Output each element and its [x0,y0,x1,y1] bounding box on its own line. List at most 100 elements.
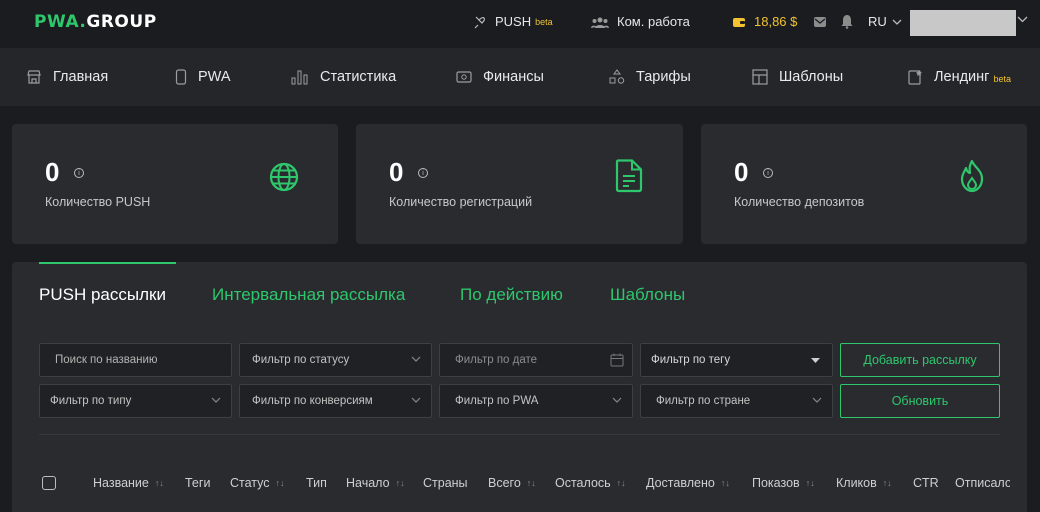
push-link[interactable]: PUSH beta [473,14,553,29]
stat-card-push: 0 i Количество PUSH [12,124,338,244]
nav-item-templates[interactable]: Шаблоны [752,69,843,85]
stat-card-deposits: 0 i Количество депозитов [701,124,1027,244]
push-label: PUSH [495,14,532,29]
pwa-filter[interactable]: Фильтр по PWA [439,384,633,418]
conversions-filter-label: Фильтр по конверсиям [252,395,373,407]
balance-value: 18,86 $ [754,14,798,29]
tariff-icon [609,69,625,84]
sort-icon: ↑↓ [720,478,730,488]
stat-label: Количество PUSH [45,195,151,209]
logo[interactable]: PWA.GROUP [34,12,157,32]
globe-icon [269,162,299,192]
active-tab-indicator [39,262,176,264]
nav-item-landing[interactable]: Лендинг beta [908,69,1011,85]
tab-push-mailings[interactable]: PUSH рассылки [39,285,166,305]
column-header-countries: Страны [423,476,468,490]
nav-item-pwa[interactable]: PWA [175,69,231,85]
calendar-icon [610,353,624,367]
column-header-delivered[interactable]: Доставлено ↑↓ [646,476,730,490]
type-filter[interactable]: Фильтр по типу [39,384,232,418]
logo-text-group: GROUP [86,12,157,32]
column-header-name[interactable]: Название ↑↓ [93,476,164,490]
column-label: Доставлено [646,476,715,490]
language-select[interactable]: RU [868,14,902,29]
column-label: Страны [423,476,468,490]
column-header-status[interactable]: Статус ↑↓ [230,476,285,490]
mailings-panel: PUSH рассылки Интервальная рассылка По д… [12,262,1027,512]
mail-icon[interactable] [813,15,827,29]
search-placeholder: Поиск по названию [55,354,158,366]
column-label: Тип [306,476,327,490]
pwa-filter-label: Фильтр по PWA [455,395,539,407]
nav-label: Главная [53,69,109,85]
nav-label: Шаблоны [779,69,844,85]
column-header-clicks[interactable]: Кликов ↑↓ [836,476,892,490]
column-label: Название [93,476,149,490]
chevron-down-icon [411,397,421,403]
column-label: Отписало [955,476,1010,490]
money-icon [456,71,472,83]
balance[interactable]: 18,86 $ [732,14,797,29]
date-filter[interactable]: Фильтр по дате [439,343,633,377]
column-label: Кликов [836,476,877,490]
conversions-filter[interactable]: Фильтр по конверсиям [239,384,432,418]
tab-by-action[interactable]: По действию [460,285,563,305]
type-filter-label: Фильтр по типу [50,395,132,407]
status-filter[interactable]: Фильтр по статусу [239,343,432,377]
column-header-total[interactable]: Всего ↑↓ [488,476,536,490]
refresh-button[interactable]: Обновить [840,384,1000,418]
stat-label: Количество депозитов [734,195,865,209]
chevron-down-icon [411,356,421,362]
tag-filter[interactable]: Фильтр по тегу [640,343,833,377]
column-header-impressions[interactable]: Показов ↑↓ [752,476,815,490]
bar-chart-icon [291,70,308,85]
main-nav: Главная PWA Статистика Финансы Тарифы Ша… [0,48,1040,106]
team-link[interactable]: Ком. работа [591,14,690,29]
info-icon[interactable]: i [763,168,773,178]
nav-item-finance[interactable]: Финансы [456,69,544,85]
caret-down-icon [811,358,820,363]
info-icon[interactable]: i [74,168,84,178]
select-all-checkbox[interactable] [42,476,56,490]
sort-icon: ↑↓ [882,478,892,488]
document-icon [615,159,643,193]
nav-label: Тарифы [636,69,691,85]
team-label: Ком. работа [617,14,690,29]
sort-icon: ↑↓ [616,478,626,488]
chevron-down-icon[interactable] [1017,16,1028,23]
nav-item-statistics[interactable]: Статистика [291,69,396,85]
nav-item-tariffs[interactable]: Тарифы [609,69,691,85]
user-menu[interactable] [910,10,1016,36]
bell-icon[interactable] [840,14,854,29]
sort-icon: ↑↓ [395,478,405,488]
column-label: Теги [185,476,211,490]
language-value: RU [868,14,887,29]
chevron-down-icon [812,397,822,403]
column-header-start[interactable]: Начало ↑↓ [346,476,405,490]
column-label: Показов [752,476,800,490]
tag-filter-label: Фильтр по тегу [651,354,731,366]
landing-icon [908,70,922,85]
nav-item-home[interactable]: Главная [26,69,108,85]
stat-label: Количество регистраций [389,195,533,209]
chevron-down-icon [612,397,622,403]
country-filter[interactable]: Фильтр по стране [640,384,833,418]
chevron-down-icon [892,19,902,25]
tab-templates[interactable]: Шаблоны [610,285,685,305]
nav-label: Статистика [320,69,397,85]
tab-interval-mailing[interactable]: Интервальная рассылка [212,285,405,305]
date-filter-placeholder: Фильтр по дате [455,354,538,366]
column-label: Начало [346,476,390,490]
divider [39,434,1000,435]
top-bar: PWA.GROUP PUSH beta Ком. работа 18,86 $ … [0,0,1040,46]
sort-icon: ↑↓ [154,478,164,488]
search-input[interactable]: Поиск по названию [39,343,232,377]
add-mailing-button[interactable]: Добавить рассылку [840,343,1000,377]
column-header-type: Тип [306,476,327,490]
push-beta-badge: beta [535,16,553,27]
info-icon[interactable]: i [418,168,428,178]
stat-card-registrations: 0 i Количество регистраций [356,124,683,244]
team-icon [591,17,609,28]
column-header-remaining[interactable]: Осталось ↑↓ [555,476,626,490]
wallet-icon [733,17,745,27]
